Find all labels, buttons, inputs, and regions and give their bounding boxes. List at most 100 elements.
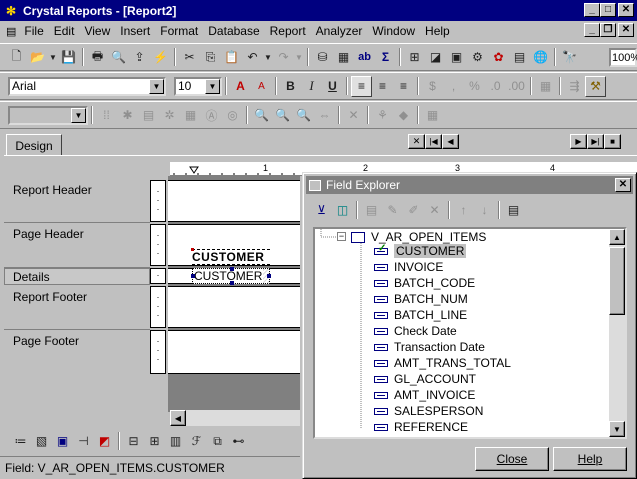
menu-view[interactable]: View — [79, 24, 115, 38]
new-icon[interactable]: 🗋 — [6, 47, 27, 68]
scroll-thumb[interactable] — [609, 247, 625, 315]
close-tab-icon[interactable]: ✕ — [408, 134, 425, 149]
export-icon[interactable]: ⇪ — [129, 47, 150, 68]
menu-report[interactable]: Report — [265, 24, 311, 38]
help-button[interactable]: Help — [553, 447, 627, 471]
browse-data-icon[interactable]: ◫ — [332, 200, 353, 221]
section-report-header[interactable]: Report Header — [13, 183, 92, 197]
undo-icon[interactable]: ↶ — [242, 47, 263, 68]
report-footer-band[interactable] — [168, 286, 300, 328]
find-icon[interactable]: 🔭 — [559, 47, 580, 68]
zoom-in-icon[interactable]: 🔍 — [272, 105, 293, 126]
menu-insert[interactable]: Insert — [115, 24, 155, 38]
scroll-up-icon[interactable]: ▲ — [609, 229, 625, 245]
insert-link-icon[interactable]: ⊷ — [228, 431, 249, 452]
object-combo[interactable]: ▼ — [8, 105, 88, 125]
insert-text-icon[interactable]: ≔ — [10, 431, 31, 452]
insert-summary-icon[interactable]: ⊟ — [123, 431, 144, 452]
currency-icon[interactable]: $ — [422, 76, 443, 97]
delete-field-icon[interactable]: ✕ — [424, 200, 445, 221]
text-object-icon[interactable]: ab — [354, 47, 375, 68]
tree-field-item[interactable]: INVOICE — [374, 259, 443, 275]
section-page-footer[interactable]: Page Footer — [13, 334, 79, 348]
insert-map-icon[interactable]: ▣ — [446, 47, 467, 68]
page-footer-band[interactable] — [168, 330, 300, 374]
tree-field-item[interactable]: BATCH_CODE — [374, 275, 475, 291]
tree-field-item[interactable]: Transaction Date — [374, 339, 485, 355]
tree-vscrollbar[interactable]: ▲ ▼ — [609, 229, 625, 437]
stop-icon[interactable]: ■ — [604, 134, 621, 149]
align-left-icon[interactable]: ≡ — [351, 75, 372, 97]
tree-field-item[interactable]: BATCH_LINE — [374, 307, 467, 323]
scroll-down-icon[interactable]: ▼ — [609, 421, 625, 437]
font-combo[interactable]: Arial ▼ — [8, 76, 166, 96]
insert-subreport-icon[interactable]: ⧉ — [207, 431, 228, 452]
link-icon[interactable]: ⇔ — [314, 105, 335, 126]
collapse-icon[interactable]: − — [337, 232, 346, 241]
sort-icon[interactable]: ✲ — [159, 105, 180, 126]
doc-close-button[interactable]: ✕ — [618, 23, 634, 37]
doc-restore-button[interactable]: ❐ — [600, 23, 616, 37]
cross-tab-icon[interactable]: ▦ — [180, 105, 201, 126]
cut-icon[interactable]: ✂ — [179, 47, 200, 68]
copy-icon[interactable]: ⎘ — [200, 47, 221, 68]
align-right-icon[interactable]: ≡ — [393, 76, 414, 97]
open-dropdown-icon[interactable]: ▼ — [48, 47, 58, 68]
move-up-icon[interactable]: ↑ — [453, 200, 474, 221]
document-icon[interactable]: ▤ — [0, 25, 19, 38]
insert-to-report-icon[interactable]: ⊻ — [311, 200, 332, 221]
insert-picture-icon[interactable]: ▣ — [52, 431, 73, 452]
align-center-icon[interactable]: ≡ — [372, 76, 393, 97]
new-field-icon[interactable]: ▤ — [361, 200, 382, 221]
tree-field-item[interactable]: AMT_TRANS_TOTAL — [374, 355, 511, 371]
header-field-customer[interactable]: CUSTOMER — [191, 248, 270, 265]
web-icon[interactable]: 🌐 — [530, 47, 551, 68]
italic-icon[interactable]: I — [301, 76, 322, 97]
insert-formula-icon[interactable]: ℱ — [186, 431, 207, 452]
thousands-icon[interactable]: , — [443, 76, 464, 97]
field-explorer-icon[interactable]: ▤ — [509, 47, 530, 68]
decrease-decimals-icon[interactable]: .00 — [506, 76, 527, 97]
gear-icon[interactable]: ✱ — [117, 105, 138, 126]
menu-database[interactable]: Database — [203, 24, 264, 38]
tree-table-node[interactable]: V_AR_OPEN_ITEMS — [351, 230, 486, 244]
zoom-out-icon[interactable]: 🔍 — [293, 105, 314, 126]
zoom-combo[interactable]: 100% — [609, 48, 637, 67]
tab-design[interactable]: Design — [6, 134, 62, 156]
show-field-type-icon[interactable]: ▤ — [503, 200, 524, 221]
select-expert-icon[interactable]: ⚙ — [467, 47, 488, 68]
insert-group-icon[interactable]: ⊞ — [404, 47, 425, 68]
menu-format[interactable]: Format — [155, 24, 203, 38]
database-expert-icon[interactable]: ⛁ — [312, 47, 333, 68]
minimize-button[interactable]: _ — [584, 3, 600, 17]
print-preview-icon[interactable]: 🔍 — [108, 47, 129, 68]
delete-icon[interactable]: ✕ — [343, 105, 364, 126]
subreport-icon[interactable]: ◎ — [222, 105, 243, 126]
decrease-font-icon[interactable]: A — [251, 76, 272, 97]
last-page-icon[interactable]: ▶| — [587, 134, 604, 149]
table-icon[interactable]: ▤ — [138, 105, 159, 126]
move-down-icon[interactable]: ↓ — [474, 200, 495, 221]
insert-box-icon[interactable]: ▧ — [31, 431, 52, 452]
percent-icon[interactable]: % — [464, 76, 485, 97]
prev-page-icon[interactable]: ◀ — [442, 134, 459, 149]
menu-window[interactable]: Window — [367, 24, 420, 38]
lock-format-icon[interactable]: ⇶ — [564, 76, 585, 97]
tree-field-item[interactable]: GL_ACCOUNT — [374, 371, 476, 387]
insert-chart-icon[interactable]: ◪ — [425, 47, 446, 68]
font-size-combo[interactable]: 10 ▼ — [174, 76, 222, 96]
tree-field-item[interactable]: CUSTOMER ✓ — [374, 243, 467, 259]
section-report-footer[interactable]: Report Footer — [13, 290, 87, 304]
doc-minimize-button[interactable]: _ — [584, 23, 600, 37]
group-expert-icon[interactable]: ▦ — [333, 47, 354, 68]
formula-icon[interactable]: ✿ — [488, 47, 509, 68]
field-explorer-close-button[interactable]: ✕ — [615, 178, 631, 192]
border-icon[interactable]: ▦ — [535, 76, 556, 97]
tree-field-item[interactable]: Check Date — [374, 323, 457, 339]
underline-icon[interactable]: U — [322, 76, 343, 97]
highlight-icon[interactable]: ⚒ — [585, 75, 606, 97]
close-window-button[interactable]: ✕ — [618, 3, 634, 17]
first-page-icon[interactable]: |◀ — [425, 134, 442, 149]
report-header-band[interactable] — [168, 180, 300, 222]
grid-icon[interactable]: ▦ — [422, 105, 443, 126]
